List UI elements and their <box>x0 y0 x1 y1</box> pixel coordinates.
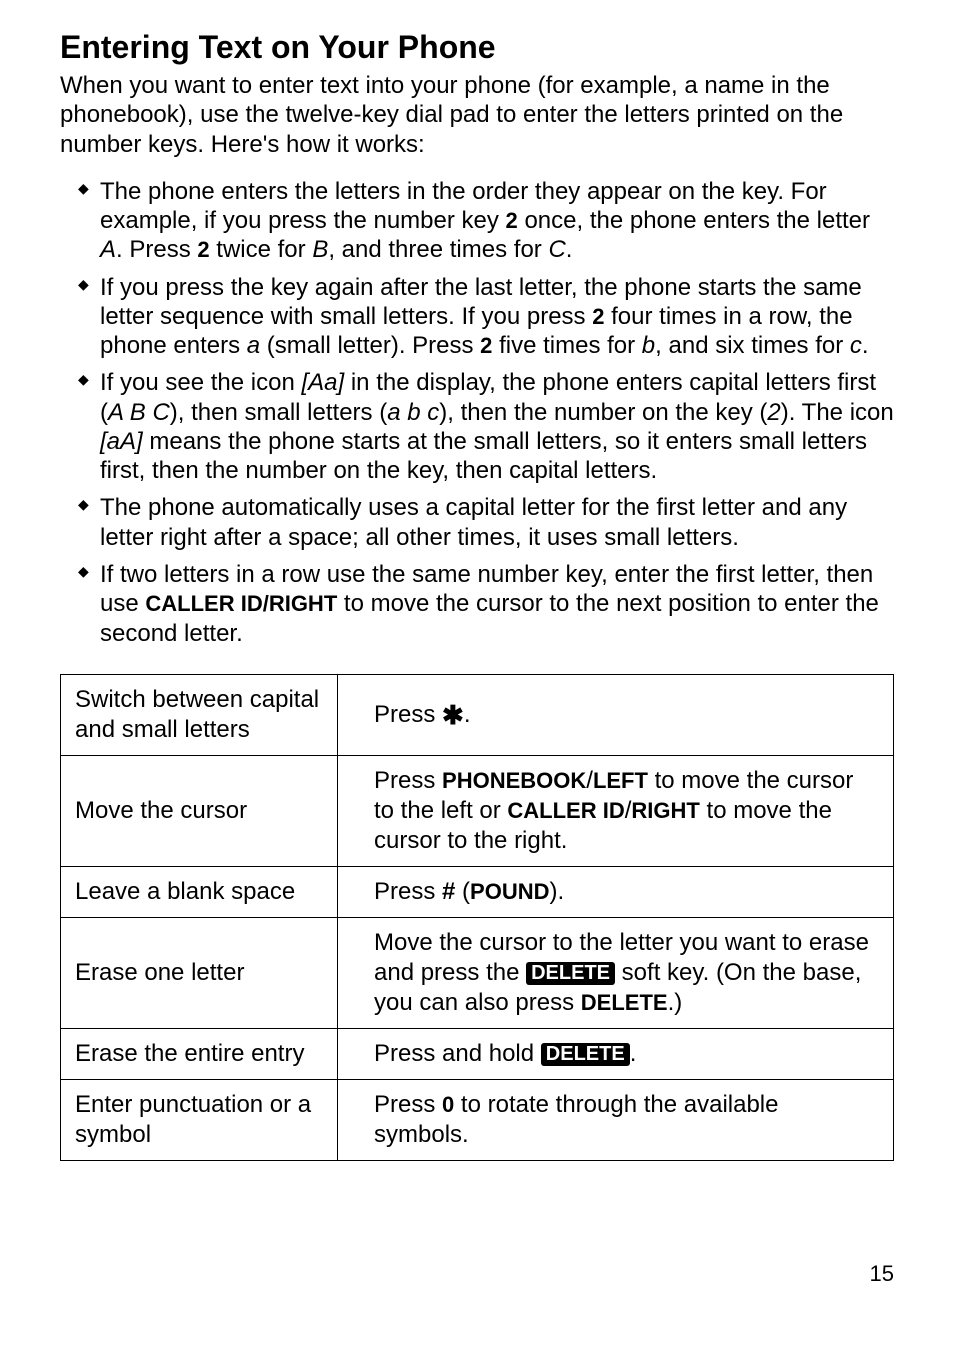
letters: A B C <box>108 399 170 426</box>
table-row: Erase the entire entry Press and hold DE… <box>61 1028 894 1079</box>
table-row: Leave a blank space Press # (POUND). <box>61 866 894 917</box>
text: . <box>862 332 869 359</box>
action-instruction: Press and hold DELETE. <box>338 1028 894 1079</box>
display-icon: [aA] <box>100 428 143 455</box>
list-item: If you press the key again after the las… <box>78 273 894 361</box>
text: five times for <box>492 332 641 359</box>
text: If you see the icon <box>100 369 301 396</box>
list-item: The phone enters the letters in the orde… <box>78 177 894 265</box>
text: once, the phone enters the letter <box>518 207 870 234</box>
action-name: Erase the entire entry <box>61 1028 338 1079</box>
table-row: Switch between capital and small letters… <box>61 674 894 755</box>
action-name: Erase one letter <box>61 917 338 1028</box>
key-label: LEFT <box>593 768 648 793</box>
key-label: PHONEBOOK <box>442 768 586 793</box>
text: ), then the number on the key ( <box>439 399 767 426</box>
softkey-delete: DELETE <box>541 1043 630 1066</box>
letter: a <box>247 332 260 359</box>
action-name: Move the cursor <box>61 755 338 866</box>
action-instruction: Press 0 to rotate through the available … <box>338 1079 894 1160</box>
text: twice for <box>210 236 313 263</box>
action-instruction: Press ✱. <box>338 674 894 755</box>
letter: c <box>850 332 862 359</box>
action-instruction: Press PHONEBOOK/LEFT to move the cursor … <box>338 755 894 866</box>
text: The phone automatically uses a capital l… <box>100 494 847 550</box>
text: ), then small letters ( <box>170 399 387 426</box>
text: .) <box>668 989 683 1016</box>
key-label: CALLER ID/RIGHT <box>145 591 337 616</box>
list-item: The phone automatically uses a capital l… <box>78 493 894 552</box>
key-label: 2 <box>506 208 518 233</box>
list-item: If two letters in a row use the same num… <box>78 560 894 648</box>
actions-table: Switch between capital and small letters… <box>60 674 894 1161</box>
page-title: Entering Text on Your Phone <box>60 28 894 67</box>
text: , and three times for <box>328 236 548 263</box>
number: 2 <box>767 399 780 426</box>
instruction-list: The phone enters the letters in the orde… <box>60 177 894 648</box>
list-item: If you see the icon [Aa] in the display,… <box>78 368 894 485</box>
key-label: 0 <box>442 1092 454 1117</box>
key-label: 2 <box>592 304 604 329</box>
key-label: # <box>442 878 455 905</box>
intro-paragraph: When you want to enter text into your ph… <box>60 71 890 159</box>
letter: B <box>312 236 328 263</box>
text: Press <box>374 701 442 728</box>
action-name: Enter punctuation or a symbol <box>61 1079 338 1160</box>
action-instruction: Move the cursor to the letter you want t… <box>338 917 894 1028</box>
page-number: 15 <box>60 1201 894 1308</box>
text: Press and hold <box>374 1040 541 1067</box>
key-label: POUND <box>470 879 549 904</box>
text: / <box>586 767 593 794</box>
text: . <box>566 236 573 263</box>
text: ). <box>550 878 565 905</box>
key-label: CALLER ID <box>507 798 624 823</box>
text: Press <box>374 1091 442 1118</box>
table-row: Erase one letter Move the cursor to the … <box>61 917 894 1028</box>
text: . <box>464 701 471 728</box>
text: Press <box>374 767 442 794</box>
text: , and six times for <box>655 332 850 359</box>
letters: a b c <box>387 399 439 426</box>
key-label: DELETE <box>581 990 668 1015</box>
letter: b <box>642 332 655 359</box>
text: ). The icon <box>781 399 894 426</box>
action-instruction: Press # (POUND). <box>338 866 894 917</box>
text: Press <box>374 878 442 905</box>
letter: C <box>548 236 565 263</box>
key-label: RIGHT <box>631 798 699 823</box>
star-icon: ✱ <box>442 700 464 730</box>
action-name: Leave a blank space <box>61 866 338 917</box>
display-icon: [Aa] <box>301 369 344 396</box>
text: means the phone starts at the small lett… <box>100 428 867 484</box>
letter: A <box>100 236 116 263</box>
text: (small letter). Press <box>260 332 480 359</box>
text: . Press <box>116 236 197 263</box>
table-row: Enter punctuation or a symbol Press 0 to… <box>61 1079 894 1160</box>
table-row: Move the cursor Press PHONEBOOK/LEFT to … <box>61 755 894 866</box>
text: . <box>630 1040 637 1067</box>
action-name: Switch between capital and small letters <box>61 674 338 755</box>
softkey-delete: DELETE <box>526 962 615 985</box>
key-label: 2 <box>197 237 209 262</box>
key-label: 2 <box>480 333 492 358</box>
text: ( <box>455 878 470 905</box>
